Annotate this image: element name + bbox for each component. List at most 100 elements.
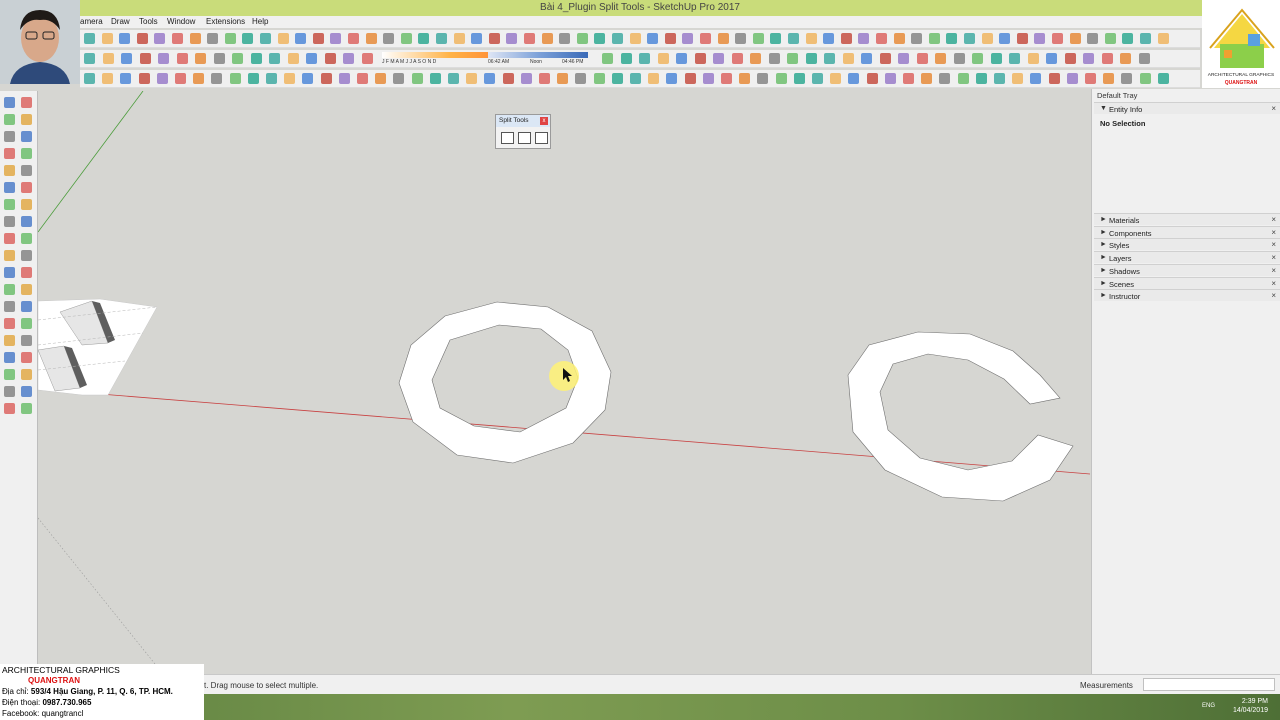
toolbar-button[interactable] <box>842 53 854 64</box>
left-tool-button[interactable] <box>21 165 32 176</box>
toolbar-button[interactable] <box>1030 73 1042 84</box>
menu-window[interactable]: Window <box>167 17 195 26</box>
toolbar-button[interactable] <box>1085 73 1096 84</box>
toolbar-button[interactable] <box>121 53 132 64</box>
toolbar-button[interactable] <box>713 53 724 64</box>
toolbar-button[interactable] <box>175 73 186 84</box>
toolbar-button[interactable] <box>928 33 940 44</box>
toolbar-button[interactable] <box>269 53 280 64</box>
left-tool-button[interactable] <box>21 301 32 312</box>
toolbar-button[interactable] <box>242 33 254 44</box>
tray-panel-instructor[interactable]: ► Instructor × <box>1094 289 1280 302</box>
toolbar-button[interactable] <box>176 53 188 64</box>
left-tool-button[interactable] <box>4 301 15 312</box>
tray-panel-shadows[interactable]: ► Shadows × <box>1094 263 1280 276</box>
toolbar-button[interactable] <box>101 33 113 44</box>
toolbar-button[interactable] <box>324 53 336 64</box>
toolbar-button[interactable] <box>611 73 623 84</box>
split-tool-1-button[interactable] <box>501 132 514 144</box>
toolbar-button[interactable] <box>1120 53 1131 64</box>
toolbar-button[interactable] <box>524 33 535 44</box>
toolbar-button[interactable] <box>921 73 933 84</box>
left-tool-button[interactable] <box>4 182 15 193</box>
toolbar-button[interactable] <box>277 33 289 44</box>
toolbar-button[interactable] <box>448 73 459 84</box>
left-tool-button[interactable] <box>4 199 15 210</box>
toolbar-button[interactable] <box>1122 33 1134 44</box>
split-tool-2-button[interactable] <box>518 132 531 144</box>
toolbar-button[interactable] <box>1140 33 1151 44</box>
split-tool-3-button[interactable] <box>535 132 548 144</box>
close-icon[interactable]: × <box>1271 104 1276 113</box>
left-tool-button[interactable] <box>21 318 32 329</box>
toolbar-button[interactable] <box>193 73 205 84</box>
left-tool-button[interactable] <box>4 165 15 176</box>
toolbar-button[interactable] <box>1016 33 1028 44</box>
left-tool-button[interactable] <box>21 131 32 142</box>
toolbar-button[interactable] <box>898 53 909 64</box>
toolbar-button[interactable] <box>466 73 478 84</box>
toolbar-button[interactable] <box>1157 33 1169 44</box>
toolbar-button[interactable] <box>602 53 613 64</box>
left-tool-button[interactable] <box>21 267 32 278</box>
toolbar-button[interactable] <box>453 33 465 44</box>
toolbar-button[interactable] <box>594 33 606 44</box>
toolbar-button[interactable] <box>484 73 496 84</box>
toolbar-button[interactable] <box>229 73 241 84</box>
toolbar-button[interactable] <box>383 33 395 44</box>
toolbar-button[interactable] <box>1139 73 1151 84</box>
left-tool-button[interactable] <box>21 216 32 227</box>
toolbar-button[interactable] <box>338 73 350 84</box>
toolbar-button[interactable] <box>576 33 588 44</box>
toolbar-button[interactable] <box>647 33 659 44</box>
toolbar-button[interactable] <box>330 33 342 44</box>
toolbar-button[interactable] <box>195 53 206 64</box>
toolbar-button[interactable] <box>1157 73 1169 84</box>
toolbar-button[interactable] <box>879 53 891 64</box>
left-tool-button[interactable] <box>21 97 32 108</box>
toolbar-button[interactable] <box>1027 53 1039 64</box>
left-tool-button[interactable] <box>4 318 15 329</box>
toolbar-button[interactable] <box>343 53 354 64</box>
toolbar-button[interactable] <box>620 53 632 64</box>
toolbar-button[interactable] <box>702 73 714 84</box>
toolbar-button[interactable] <box>84 53 95 64</box>
toolbar-button[interactable] <box>306 53 317 64</box>
left-tool-button[interactable] <box>21 250 32 261</box>
left-tool-button[interactable] <box>21 233 32 244</box>
tray-panel-entity-info[interactable]: ▼ Entity Info × <box>1094 102 1280 114</box>
toolbar-button[interactable] <box>436 33 447 44</box>
toolbar-button[interactable] <box>823 33 835 44</box>
toolbar-button[interactable] <box>1064 53 1076 64</box>
tray-panel-layers[interactable]: ► Layers × <box>1094 251 1280 264</box>
toolbar-button[interactable] <box>752 33 764 44</box>
toolbar-button[interactable] <box>717 33 729 44</box>
toolbar-button[interactable] <box>684 73 696 84</box>
toolbar-button[interactable] <box>788 33 799 44</box>
toolbar-button[interactable] <box>154 33 166 44</box>
left-tool-button[interactable] <box>4 352 15 363</box>
toolbar-button[interactable] <box>866 73 878 84</box>
toolbar-button[interactable] <box>657 53 669 64</box>
toolbar-button[interactable] <box>972 53 983 64</box>
toolbar-button[interactable] <box>664 33 676 44</box>
left-tool-button[interactable] <box>4 216 15 227</box>
left-tool-button[interactable] <box>4 284 15 295</box>
tray-panel-components[interactable]: ► Components × <box>1094 225 1280 238</box>
toolbar-button[interactable] <box>994 73 1005 84</box>
toolbar-button[interactable] <box>136 33 148 44</box>
toolbar-button[interactable] <box>775 73 787 84</box>
toolbar-button[interactable] <box>639 53 650 64</box>
left-tool-button[interactable] <box>4 148 15 159</box>
toolbar-button[interactable] <box>893 33 905 44</box>
left-tool-button[interactable] <box>21 182 32 193</box>
toolbar-button[interactable] <box>700 33 711 44</box>
toolbar-button[interactable] <box>429 73 441 84</box>
toolbar-button[interactable] <box>1087 33 1099 44</box>
toolbar-button[interactable] <box>224 33 236 44</box>
toolbar-button[interactable] <box>990 53 1002 64</box>
toolbar-button[interactable] <box>520 73 532 84</box>
toolbar-button[interactable] <box>935 53 946 64</box>
close-icon[interactable]: × <box>1271 240 1276 249</box>
toolbar-button[interactable] <box>189 33 201 44</box>
